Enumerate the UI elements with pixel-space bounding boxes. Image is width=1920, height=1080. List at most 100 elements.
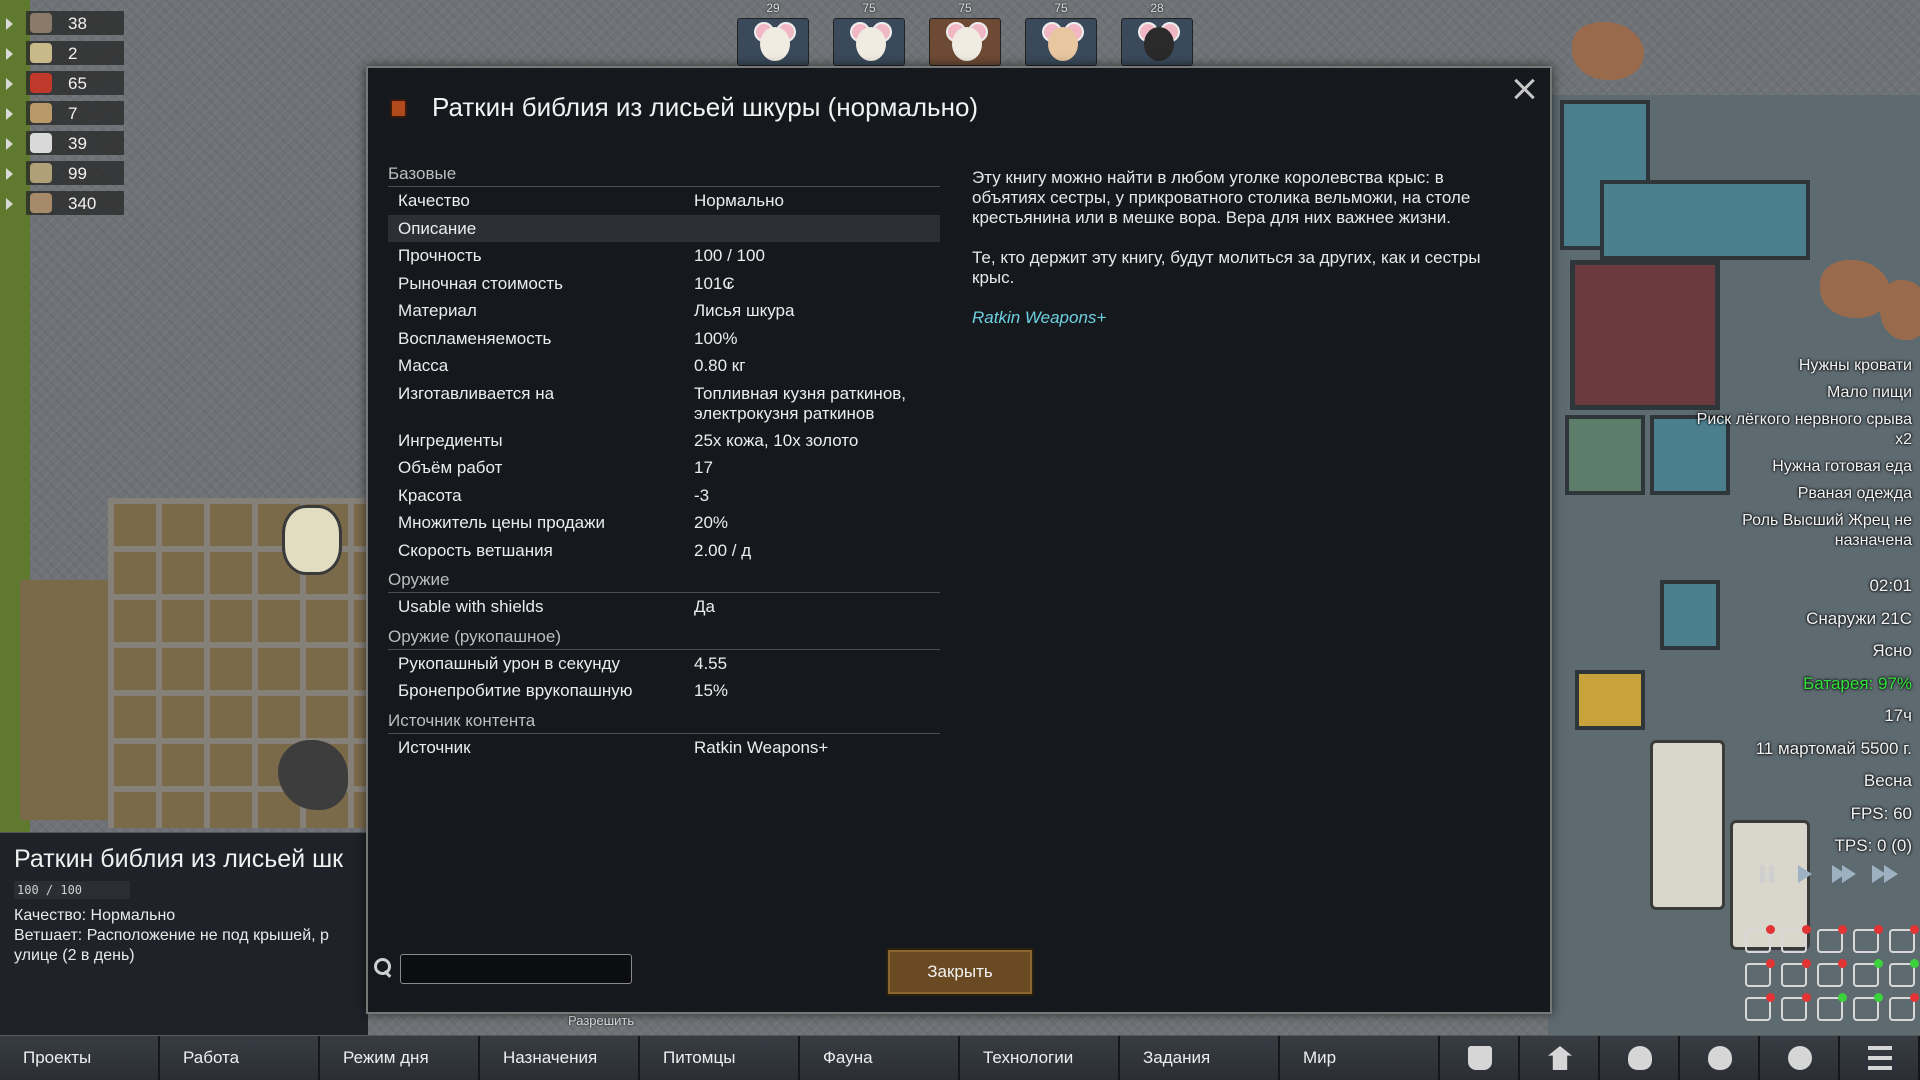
alert-item[interactable]: Роль Высший Жрец не назначена xyxy=(1692,511,1912,551)
stat-row[interactable]: Материал Лисья шкура xyxy=(388,297,940,325)
alert-item[interactable]: Нужны кровати xyxy=(1692,356,1912,376)
resource-row[interactable]: 2 xyxy=(0,40,125,67)
expand-arrow-icon[interactable] xyxy=(6,18,13,30)
stat-label: Прочность xyxy=(398,246,482,265)
beauty-toggle-icon[interactable] xyxy=(1817,959,1847,987)
auto-rebuild-toggle-icon[interactable] xyxy=(1817,993,1847,1021)
tab-schedule[interactable]: Режим дня xyxy=(320,1036,480,1080)
plant-pot[interactable] xyxy=(1565,415,1645,495)
home-area-toggle-icon[interactable] xyxy=(1781,925,1811,953)
berries-icon xyxy=(30,73,52,93)
close-button[interactable]: Закрыть xyxy=(886,948,1034,996)
ideology-button[interactable] xyxy=(1600,1036,1680,1080)
pawn-toggle-icon[interactable] xyxy=(1781,993,1811,1021)
stat-value: 17 xyxy=(694,458,713,477)
tab-assign[interactable]: Назначения xyxy=(480,1036,640,1080)
close-icon[interactable] xyxy=(1510,74,1540,104)
expand-arrow-icon[interactable] xyxy=(6,48,13,60)
stat-row[interactable]: Рукопашный урон в секунду 4.55 xyxy=(388,650,940,678)
alert-item[interactable]: Рваная одежда xyxy=(1692,484,1912,504)
resource-count: 39 xyxy=(68,134,87,153)
zone-toggle-icon[interactable] xyxy=(1853,959,1883,987)
stat-row[interactable]: Воспламеняемость 100% xyxy=(388,325,940,353)
fast-forward-icon[interactable] xyxy=(1842,865,1856,883)
item-on-ground[interactable] xyxy=(282,505,342,575)
stat-row[interactable]: Usable with shields Да xyxy=(388,593,940,621)
roof-toggle-icon[interactable] xyxy=(1889,925,1919,953)
stat-row[interactable]: Множитель цены продажи 20% xyxy=(388,509,940,537)
tab-architect[interactable]: Проекты xyxy=(0,1036,160,1080)
stat-row[interactable]: Прочность 100 / 100 xyxy=(388,242,940,270)
stat-row[interactable]: Красота -3 xyxy=(388,482,940,510)
colonist-portrait[interactable]: 75 xyxy=(927,0,1003,66)
resource-row[interactable]: 7 xyxy=(0,100,125,127)
resource-row[interactable]: 39 xyxy=(0,130,125,157)
stat-row[interactable]: Источник Ratkin Weapons+ xyxy=(388,734,940,762)
mods-button[interactable] xyxy=(1760,1036,1840,1080)
stat-row[interactable]: Качество Нормально xyxy=(388,187,940,215)
stat-label: Изготавливается на xyxy=(398,383,555,403)
expand-arrow-icon[interactable] xyxy=(6,198,13,210)
alert-item[interactable]: Риск лёгкого нервного срыва x2 xyxy=(1692,410,1912,450)
book-item-icon xyxy=(390,99,407,118)
superfast-icon[interactable] xyxy=(1884,865,1898,883)
psycasts-button[interactable] xyxy=(1680,1036,1760,1080)
rock-chunk[interactable] xyxy=(1572,22,1644,80)
main-menu-button[interactable] xyxy=(1840,1036,1920,1080)
dirt-floor xyxy=(20,580,120,820)
colonist-level: 28 xyxy=(1150,1,1164,15)
stat-row[interactable]: Бронепробитие врукопашную 15% xyxy=(388,677,940,705)
stat-row[interactable]: Описание xyxy=(388,214,940,242)
stat-row[interactable]: Ингредиенты 25x кожа, 10x золото xyxy=(388,427,940,455)
tab-world[interactable]: Мир xyxy=(1280,1036,1440,1080)
ratkin-face-icon xyxy=(1048,27,1078,61)
menu-icon xyxy=(1868,1046,1892,1070)
alert-item[interactable]: Нужна готовая еда xyxy=(1692,457,1912,477)
description-text: Эту книгу можно найти в любом уголке кор… xyxy=(972,168,1471,227)
colonist-portrait[interactable]: 75 xyxy=(831,0,907,66)
stat-row[interactable]: Скорость ветшания 2.00 / д xyxy=(388,537,940,565)
expand-arrow-icon[interactable] xyxy=(6,78,13,90)
list-toggle-icon[interactable] xyxy=(1817,925,1847,953)
tab-quests[interactable]: Задания xyxy=(1120,1036,1280,1080)
alert-item[interactable]: Мало пищи xyxy=(1692,383,1912,403)
expand-arrow-icon[interactable] xyxy=(6,108,13,120)
resource-row[interactable]: 99 xyxy=(0,160,125,187)
wrench-toggle-icon[interactable] xyxy=(1889,993,1919,1021)
colonist-portrait[interactable]: 29 xyxy=(735,0,811,66)
house-toggle-icon[interactable] xyxy=(1745,959,1775,987)
search-input[interactable] xyxy=(400,954,632,984)
play-settings xyxy=(1740,924,1920,1032)
stat-row[interactable]: Объём работ 17 xyxy=(388,454,940,482)
tab-work[interactable]: Работа xyxy=(160,1036,320,1080)
play-icon[interactable] xyxy=(1798,865,1812,883)
resource-row[interactable]: 340 xyxy=(0,190,125,217)
expand-arrow-icon[interactable] xyxy=(6,168,13,180)
crate[interactable] xyxy=(1575,670,1645,730)
pause-icon[interactable] xyxy=(1760,865,1774,883)
stat-row[interactable]: Рыночная стоимость 101₢ xyxy=(388,270,940,298)
mod-source-link[interactable]: Ratkin Weapons+ xyxy=(972,308,1502,328)
history-button[interactable] xyxy=(1440,1036,1520,1080)
expand-arrow-icon[interactable] xyxy=(6,138,13,150)
hit-points-label: 100 / 100 xyxy=(17,883,83,897)
tab-animals[interactable]: Питомцы xyxy=(640,1036,800,1080)
temperature-toggle-icon[interactable] xyxy=(1853,925,1883,953)
magnifier-toggle-icon[interactable] xyxy=(1745,925,1775,953)
fertility-toggle-icon[interactable] xyxy=(1781,959,1811,987)
grid-toggle-icon[interactable] xyxy=(1889,959,1919,987)
tab-research[interactable]: Технологии xyxy=(960,1036,1120,1080)
tab-wildlife[interactable]: Фауна xyxy=(800,1036,960,1080)
chart-toggle-icon[interactable] xyxy=(1745,993,1775,1021)
stat-row[interactable]: Масса 0.80 кг xyxy=(388,352,940,380)
colonist-portrait[interactable]: 75 xyxy=(1023,0,1099,66)
search-icon xyxy=(374,958,394,978)
factions-button[interactable] xyxy=(1520,1036,1600,1080)
lightbulb-icon xyxy=(1628,1046,1652,1070)
auto-home-toggle-icon[interactable] xyxy=(1853,993,1883,1021)
colonist-portrait[interactable]: 28 xyxy=(1119,0,1195,66)
ratkin-face-icon xyxy=(952,27,982,61)
resource-row[interactable]: 65 xyxy=(0,70,125,97)
resource-row[interactable]: 38 xyxy=(0,10,125,37)
stat-row[interactable]: Изготавливается на Топливная кузня раткин… xyxy=(388,380,940,427)
